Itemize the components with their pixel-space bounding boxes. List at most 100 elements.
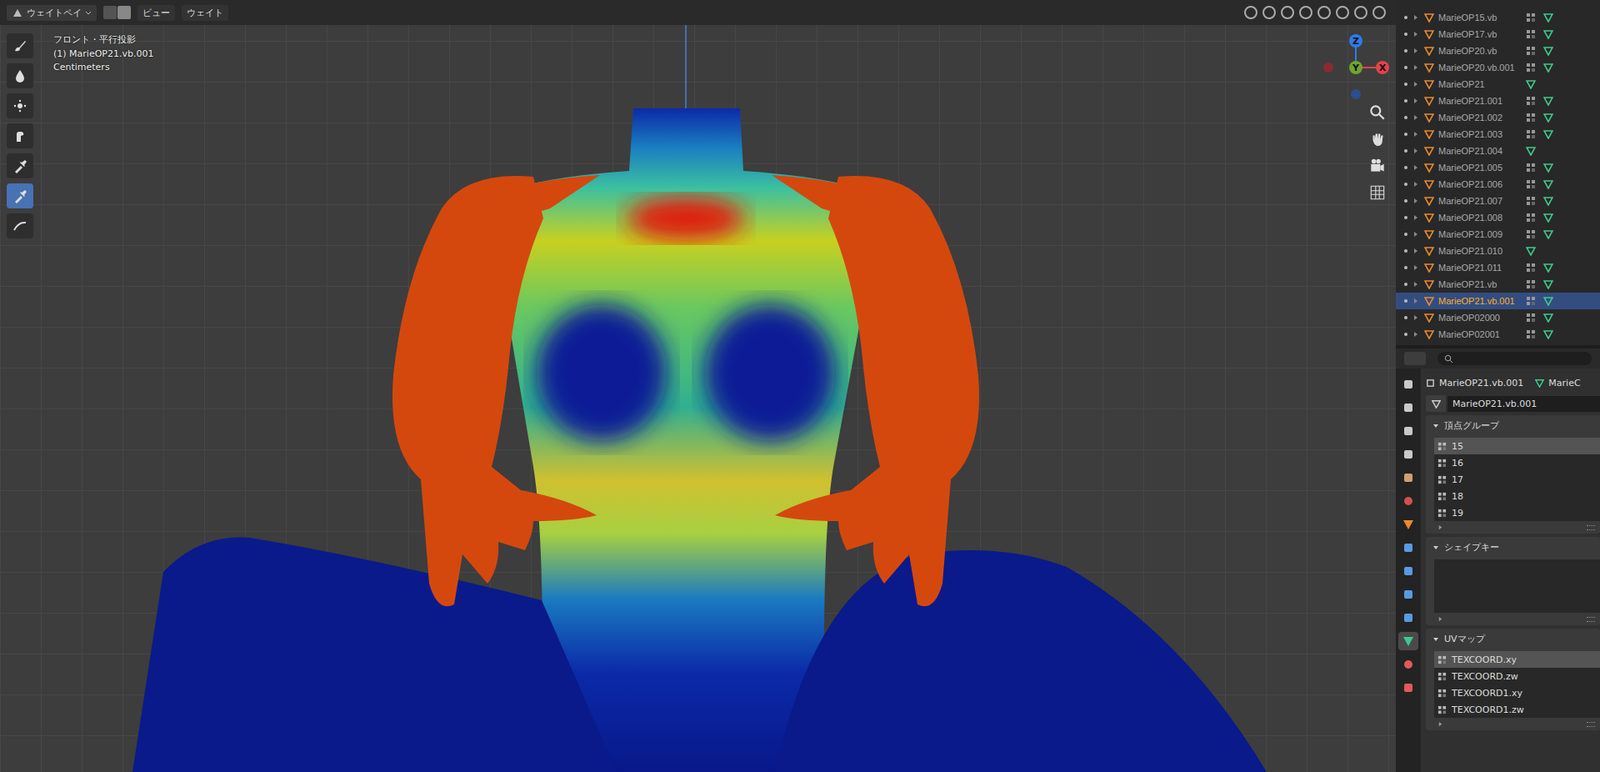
editor-type-button[interactable] — [1404, 351, 1426, 365]
properties-tab[interactable] — [1398, 515, 1419, 534]
axis-handle[interactable]: Y — [1349, 60, 1363, 75]
outliner-row[interactable]: MarieOP02000 — [1395, 309, 1600, 326]
resize-grip-icon[interactable] — [1586, 616, 1595, 622]
list-item[interactable]: TEXCOORD.zw — [1434, 667, 1600, 685]
list-item[interactable]: TEXCOORD1.xy — [1434, 684, 1600, 701]
search-field[interactable] — [1437, 351, 1592, 365]
list-item[interactable]: TEXCOORD.xy — [1434, 650, 1600, 668]
outliner-row[interactable]: MarieOP21.vb.001 — [1395, 292, 1600, 310]
list-item[interactable]: 17 — [1434, 470, 1600, 488]
mode-dropdown[interactable]: ウェイトペイ — [6, 5, 97, 21]
visibility-icon[interactable] — [1404, 249, 1408, 253]
resize-grip-icon[interactable] — [1586, 721, 1595, 727]
properties-tab[interactable] — [1398, 608, 1419, 627]
vertex-mask-icon[interactable] — [117, 5, 131, 20]
visibility-icon[interactable] — [1404, 282, 1408, 286]
face-mask-icon[interactable] — [103, 5, 117, 20]
visibility-icon[interactable] — [1404, 115, 1408, 120]
header-button-icon[interactable] — [1335, 5, 1350, 20]
visibility-icon[interactable] — [1404, 315, 1408, 320]
outliner-row[interactable]: MarieOP21.005 — [1395, 159, 1600, 176]
properties-tab[interactable] — [1398, 375, 1419, 394]
data-name-field[interactable]: MarieOP21.vb.001 — [1447, 395, 1600, 412]
visibility-icon[interactable] — [1404, 265, 1408, 270]
header-button-icon[interactable] — [1317, 5, 1331, 20]
expand-icon[interactable] — [1411, 80, 1420, 88]
visibility-icon[interactable] — [1404, 215, 1408, 220]
properties-tab[interactable] — [1398, 421, 1419, 440]
expand-icon[interactable] — [1411, 197, 1420, 205]
viewport[interactable]: ウェイトペイビューウェイトフロント・平行投影(1) MarieOP21.vb.0… — [0, 0, 1396, 772]
outliner-row[interactable]: MarieOP20.vb — [1395, 42, 1600, 60]
list-item[interactable]: 19 — [1434, 504, 1600, 521]
outliner-row[interactable]: MarieOP21.003 — [1395, 125, 1600, 143]
header-button-icon[interactable] — [1354, 5, 1368, 20]
expand-icon[interactable] — [1411, 30, 1420, 38]
expand-icon[interactable] — [1411, 214, 1420, 221]
outliner-row[interactable]: MarieOP21.007 — [1395, 192, 1600, 210]
tool-button[interactable] — [6, 63, 34, 89]
outliner-row[interactable]: MarieOP17.vb — [1395, 25, 1600, 43]
expand-icon[interactable] — [1411, 280, 1420, 288]
zoom-icon[interactable] — [1368, 103, 1387, 122]
visibility-icon[interactable] — [1404, 82, 1408, 86]
header-menu[interactable]: ビュー — [137, 5, 175, 21]
outliner-row[interactable]: MarieOP15.vb — [1395, 9, 1600, 26]
expand-icon[interactable] — [1411, 164, 1420, 171]
expand-icon[interactable] — [1411, 180, 1420, 188]
resize-grip-icon[interactable] — [1586, 525, 1595, 530]
panel-header[interactable]: 頂点グループ — [1425, 415, 1600, 436]
visibility-icon[interactable] — [1404, 99, 1408, 103]
visibility-icon[interactable] — [1404, 182, 1408, 186]
hand-icon[interactable] — [1368, 130, 1387, 149]
list-item[interactable]: 16 — [1434, 454, 1600, 471]
more-icon[interactable] — [1437, 720, 1444, 727]
data-browse-button[interactable] — [1425, 395, 1446, 412]
tool-button[interactable] — [6, 183, 34, 209]
visibility-icon[interactable] — [1404, 15, 1408, 20]
navigation-gizmo[interactable]: ZYX — [1308, 16, 1396, 109]
properties-tab[interactable] — [1398, 491, 1419, 510]
header-button-icon[interactable] — [1280, 5, 1295, 20]
list-item[interactable]: TEXCOORD1.zw — [1434, 700, 1600, 718]
expand-icon[interactable] — [1411, 130, 1420, 138]
expand-icon[interactable] — [1411, 230, 1420, 238]
expand-icon[interactable] — [1411, 264, 1420, 271]
visibility-icon[interactable] — [1404, 165, 1408, 170]
outliner-row[interactable]: MarieOP02001 — [1395, 325, 1600, 343]
visibility-icon[interactable] — [1404, 299, 1408, 303]
properties-tab[interactable] — [1398, 631, 1419, 650]
expand-icon[interactable] — [1411, 297, 1420, 305]
outliner-row[interactable]: MarieOP20.vb.001 — [1395, 59, 1600, 76]
visibility-icon[interactable] — [1404, 49, 1408, 53]
outliner-row[interactable]: MarieOP21.vb — [1395, 275, 1600, 293]
axis-handle[interactable]: Z — [1349, 34, 1363, 48]
expand-icon[interactable] — [1411, 14, 1420, 21]
panel-header[interactable]: シェイプキー — [1425, 536, 1600, 558]
properties-tab[interactable] — [1398, 398, 1419, 417]
visibility-icon[interactable] — [1404, 332, 1408, 336]
mesh-figure[interactable] — [0, 25, 1396, 772]
list-item[interactable]: 18 — [1434, 487, 1600, 505]
outliner-row[interactable]: MarieOP21.011 — [1395, 259, 1600, 276]
properties-tab[interactable] — [1398, 585, 1419, 604]
grid-icon[interactable] — [1368, 183, 1387, 202]
visibility-icon[interactable] — [1404, 232, 1408, 236]
properties-tab[interactable] — [1398, 678, 1419, 697]
panel-header[interactable]: UVマップ — [1425, 628, 1600, 650]
header-button-icon[interactable] — [1244, 5, 1258, 20]
tool-button[interactable] — [6, 123, 34, 149]
camera-icon[interactable] — [1368, 156, 1387, 175]
header-menu[interactable]: ウェイト — [181, 5, 229, 21]
list-item[interactable]: 15 — [1434, 437, 1600, 455]
properties-tab[interactable] — [1398, 468, 1419, 487]
outliner-row[interactable]: MarieOP21.010 — [1395, 242, 1600, 260]
visibility-icon[interactable] — [1404, 65, 1408, 70]
expand-icon[interactable] — [1411, 330, 1420, 338]
outliner-row[interactable]: MarieOP21.001 — [1395, 92, 1600, 110]
visibility-icon[interactable] — [1404, 149, 1408, 153]
tool-button[interactable] — [6, 93, 34, 119]
header-button-icon[interactable] — [1372, 5, 1386, 20]
neg-x-icon[interactable] — [1323, 62, 1334, 73]
outliner-row[interactable]: MarieOP21.002 — [1395, 109, 1600, 126]
